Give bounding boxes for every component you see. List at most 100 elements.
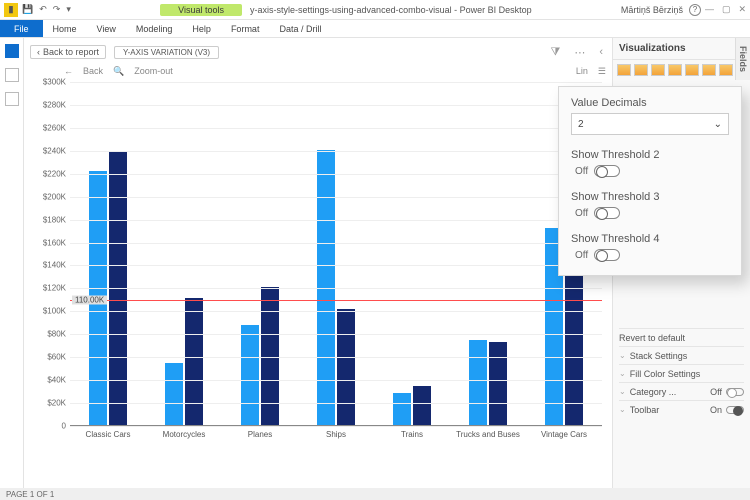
status-bar: PAGE 1 OF 1	[0, 488, 750, 500]
toolbar-label: Toolbar	[630, 405, 706, 415]
x-label: Trains	[374, 426, 450, 452]
value-decimals-select[interactable]: 2 ⌄	[571, 113, 729, 135]
visual-tools-chip[interactable]: Visual tools	[160, 4, 242, 16]
bar[interactable]	[413, 386, 431, 426]
show-threshold-4-label: Show Threshold 4	[571, 233, 729, 245]
zoom-out-icon[interactable]: 🔍	[113, 66, 124, 77]
chart-back-label[interactable]: Back	[83, 66, 103, 76]
x-label: Trucks and Buses	[450, 426, 526, 452]
redo-icon[interactable]: ↷	[53, 4, 61, 15]
section-toolbar[interactable]: ⌄ Toolbar On	[619, 400, 744, 418]
bar-group	[146, 82, 222, 426]
bar-group	[374, 82, 450, 426]
viz-type-icon[interactable]	[617, 64, 631, 76]
save-icon[interactable]: 💾	[22, 4, 33, 15]
titlebar: ▮ 💾 ↶ ↷ ▾ Visual tools y-axis-style-sett…	[0, 0, 750, 20]
bar-group	[222, 82, 298, 426]
bar[interactable]	[241, 325, 259, 426]
chart-toolbar: ← Back 🔍 Zoom-out Lin ☰	[30, 62, 606, 80]
grid-line	[70, 197, 602, 198]
undo-icon[interactable]: ↶	[39, 4, 47, 15]
model-view-icon[interactable]	[5, 92, 19, 106]
viz-type-icon[interactable]	[634, 64, 648, 76]
category-toggle[interactable]	[726, 388, 744, 396]
y-tick: $220K	[43, 169, 66, 178]
threshold-2-toggle[interactable]	[594, 165, 620, 177]
bar-group	[70, 82, 146, 426]
value-decimals-label: Value Decimals	[571, 97, 729, 109]
grid-line	[70, 105, 602, 106]
bar[interactable]	[469, 340, 487, 426]
tab-home[interactable]: Home	[43, 20, 87, 37]
breadcrumb-bar: ‹ Back to report Y-AXIS VARIATION (V3) ⧩…	[30, 42, 606, 62]
close-icon[interactable]: ✕	[738, 4, 746, 15]
chevron-down-icon: ⌄	[714, 119, 722, 130]
lin-toggle[interactable]: Lin	[576, 66, 588, 76]
variation-chip[interactable]: Y-AXIS VARIATION (V3)	[114, 46, 219, 59]
bar[interactable]	[337, 309, 355, 426]
bar[interactable]	[185, 298, 203, 426]
chevron-down-icon: ⌄	[619, 387, 626, 396]
viz-type-icon[interactable]	[719, 64, 733, 76]
category-state-label: Off	[710, 387, 722, 397]
threshold-4-toggle[interactable]	[594, 249, 620, 261]
bar[interactable]	[489, 342, 507, 426]
x-axis: Classic CarsMotorcyclesPlanesShipsTrains…	[70, 426, 602, 452]
bar[interactable]	[165, 363, 183, 426]
zoom-out-label[interactable]: Zoom-out	[134, 66, 173, 76]
section-category[interactable]: ⌄ Category ... Off	[619, 382, 744, 400]
y-tick: $300K	[43, 78, 66, 87]
tab-help[interactable]: Help	[182, 20, 221, 37]
viz-type-icon[interactable]	[702, 64, 716, 76]
left-rail	[0, 38, 24, 488]
revert-default[interactable]: Revert to default	[619, 328, 744, 346]
chevron-down-icon: ⌄	[619, 369, 626, 378]
filter-icon[interactable]: ⧩	[548, 46, 564, 59]
collapse-pane-icon[interactable]: ‹	[596, 46, 606, 58]
y-tick: $260K	[43, 123, 66, 132]
chart-area: $300K$280K$260K$240K$220K$200K$180K$160K…	[30, 82, 606, 452]
chevron-left-icon: ‹	[37, 47, 40, 57]
grid-line	[70, 82, 602, 83]
report-view-icon[interactable]	[5, 44, 19, 58]
section-stack-settings[interactable]: ⌄ Stack Settings	[619, 346, 744, 364]
chart-menu-icon[interactable]: ☰	[598, 66, 606, 77]
viz-type-icon[interactable]	[685, 64, 699, 76]
x-label: Classic Cars	[70, 426, 146, 452]
data-view-icon[interactable]	[5, 68, 19, 82]
grid-line	[70, 311, 602, 312]
chart-back-icon[interactable]: ←	[64, 66, 73, 76]
more-icon[interactable]: ⋯	[571, 46, 588, 59]
fields-tab[interactable]: Fields	[735, 38, 750, 80]
bar[interactable]	[393, 393, 411, 426]
document-title: y-axis-style-settings-using-advanced-com…	[250, 5, 532, 15]
viz-type-icon[interactable]	[651, 64, 665, 76]
tab-view[interactable]: View	[87, 20, 126, 37]
threshold-4-state: Off	[575, 250, 588, 261]
username[interactable]: Mārtiņš Bērziņš	[621, 5, 683, 15]
minimize-icon[interactable]: —	[705, 4, 714, 15]
chevron-down-icon: ⌄	[619, 405, 626, 414]
toolbar-toggle[interactable]	[726, 406, 744, 414]
visualizations-header[interactable]: Visualizations ›	[613, 38, 750, 60]
y-tick: $180K	[43, 215, 66, 224]
tab-modeling[interactable]: Modeling	[126, 20, 183, 37]
page-indicator: PAGE 1 OF 1	[6, 490, 54, 499]
help-icon[interactable]: ?	[689, 4, 701, 16]
viz-gallery	[613, 60, 750, 80]
grid-line	[70, 403, 602, 404]
grid-line	[70, 243, 602, 244]
tab-file[interactable]: File	[0, 20, 43, 37]
maximize-icon[interactable]: ▢	[722, 4, 731, 15]
y-tick: $140K	[43, 261, 66, 270]
back-to-report-button[interactable]: ‹ Back to report	[30, 45, 106, 59]
y-tick: 0	[62, 422, 66, 431]
grid-line	[70, 334, 602, 335]
back-to-report-label: Back to report	[43, 47, 99, 57]
section-fill-color-settings[interactable]: ⌄ Fill Color Settings	[619, 364, 744, 382]
viz-type-icon[interactable]	[668, 64, 682, 76]
grid-line	[70, 380, 602, 381]
tab-datadrill[interactable]: Data / Drill	[269, 20, 331, 37]
threshold-3-toggle[interactable]	[594, 207, 620, 219]
tab-format[interactable]: Format	[221, 20, 270, 37]
